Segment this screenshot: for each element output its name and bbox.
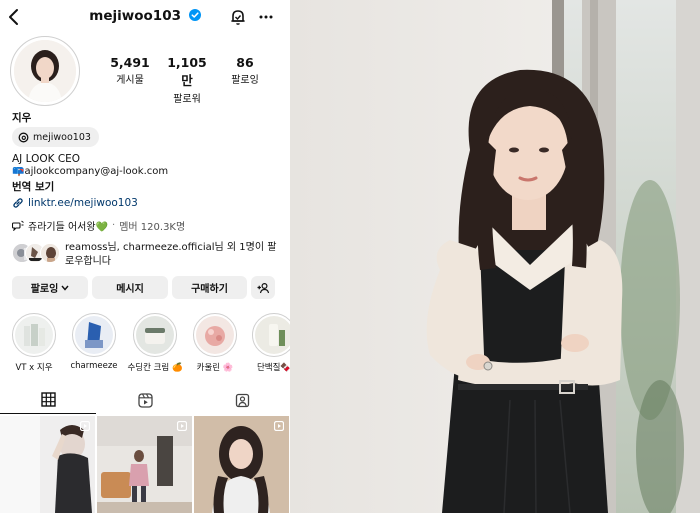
avatar-image — [14, 40, 76, 102]
highlight-cover — [196, 316, 234, 354]
link-icon — [13, 198, 23, 208]
tab-reels[interactable] — [97, 386, 193, 414]
highlight-vt[interactable]: VT x 지우 — [12, 313, 56, 373]
bell-icon[interactable] — [229, 8, 247, 26]
bio-title: AJ LOOK CEO — [12, 153, 81, 165]
more-horizontal-icon[interactable] — [258, 10, 274, 24]
highlight-ring — [72, 313, 116, 357]
stat-value: 1,105만 — [167, 55, 207, 88]
shop-button[interactable]: 구매하기 — [172, 276, 247, 299]
portrait-illustration — [290, 0, 700, 513]
reels-badge-icon — [274, 421, 284, 431]
broadcast-channel[interactable]: 쥬라기들 어서왕💚 · 멤버 120.3K명 — [12, 218, 185, 233]
mailbox-emoji: 📪 — [12, 166, 25, 177]
profile-link[interactable]: linktr.ee/mejiwoo103 — [12, 197, 138, 209]
highlight-ring — [193, 313, 237, 357]
profile-tabs — [0, 386, 290, 414]
highlight-label: charmeeze — [70, 361, 118, 371]
highlight-label: VT x 지우 — [15, 363, 53, 373]
suggest-people-button[interactable] — [251, 276, 275, 299]
separator-dot: · — [112, 220, 116, 231]
highlight-protein[interactable]: 단백질🍫 — [252, 313, 290, 373]
tagged-icon — [235, 393, 249, 407]
stat-value: 5,491 — [110, 55, 150, 70]
mutual-avatar — [40, 243, 60, 263]
add-person-icon — [257, 282, 269, 293]
portrait-photo — [290, 0, 700, 513]
stat-posts[interactable]: 5,491 게시물 — [108, 55, 152, 86]
broadcast-channel-icon — [12, 220, 24, 231]
highlight-ring — [252, 313, 290, 357]
highlight-kaolin[interactable]: 카울린 🌸 — [193, 313, 237, 373]
post-thumbnail[interactable] — [0, 416, 95, 513]
shop-label: 구매하기 — [191, 284, 228, 295]
profile-name: 지우 — [12, 112, 32, 124]
bio-email[interactable]: 📪ajlookcompany@aj-look.com — [12, 166, 168, 177]
instagram-profile-panel: mejiwoo103 5,491 게시물 1,105만 팔로워 86 팔로잉 지… — [0, 0, 290, 513]
highlight-label: 수딩칸 크림 🍊 — [127, 363, 183, 373]
verified-badge-icon — [188, 9, 201, 21]
threads-handle: mejiwoo103 — [33, 131, 91, 143]
translate-link[interactable]: 번역 보기 — [12, 179, 54, 194]
stat-label: 게시물 — [116, 75, 144, 86]
highlight-cover — [136, 316, 174, 354]
broadcast-members: 멤버 120.3K명 — [119, 222, 186, 233]
reels-badge-icon — [177, 421, 187, 431]
threads-badge[interactable]: mejiwoo103 — [12, 127, 99, 147]
stat-following[interactable]: 86 팔로잉 — [224, 55, 266, 86]
email-text: ajlookcompany@aj-look.com — [24, 166, 169, 177]
stat-label: 팔로워 — [173, 94, 201, 105]
reels-icon — [137, 392, 153, 408]
threads-icon — [18, 132, 29, 142]
post-thumbnail[interactable] — [97, 416, 192, 513]
highlight-charmeeze[interactable]: charmeeze — [70, 313, 118, 371]
highlight-ring — [133, 313, 177, 357]
broadcast-name: 쥬라기들 어서왕💚 — [28, 222, 109, 233]
stat-value: 86 — [236, 55, 254, 70]
stat-label: 팔로잉 — [231, 75, 259, 86]
message-label: 메시지 — [116, 284, 144, 295]
highlight-label: 단백질🍫 — [256, 363, 290, 373]
grid-icon — [40, 392, 56, 407]
highlight-cover — [75, 316, 113, 354]
top-bar: mejiwoo103 — [0, 0, 290, 34]
link-text: linktr.ee/mejiwoo103 — [28, 197, 138, 209]
highlight-soothing-cream[interactable]: 수딩칸 크림 🍊 — [127, 313, 183, 373]
chevron-down-icon — [61, 285, 69, 291]
following-label: 팔로잉 — [30, 284, 59, 295]
highlight-cover — [255, 316, 290, 354]
following-button[interactable]: 팔로잉 — [12, 276, 88, 299]
tab-tagged[interactable] — [194, 386, 290, 414]
message-button[interactable]: 메시지 — [92, 276, 168, 299]
highlight-ring — [12, 313, 56, 357]
username-text: mejiwoo103 — [89, 8, 181, 24]
highlight-label: 카울린 🌸 — [196, 363, 234, 373]
post-thumbnail[interactable] — [194, 416, 289, 513]
profile-avatar[interactable] — [10, 36, 80, 106]
highlight-cover — [15, 316, 53, 354]
reels-badge-icon — [80, 421, 90, 431]
mutual-followers-text: reamoss님, charmeeze.official님 외 1명이 팔로우합… — [65, 242, 277, 267]
tab-posts[interactable] — [0, 386, 96, 414]
stat-followers[interactable]: 1,105만 팔로워 — [164, 55, 210, 105]
